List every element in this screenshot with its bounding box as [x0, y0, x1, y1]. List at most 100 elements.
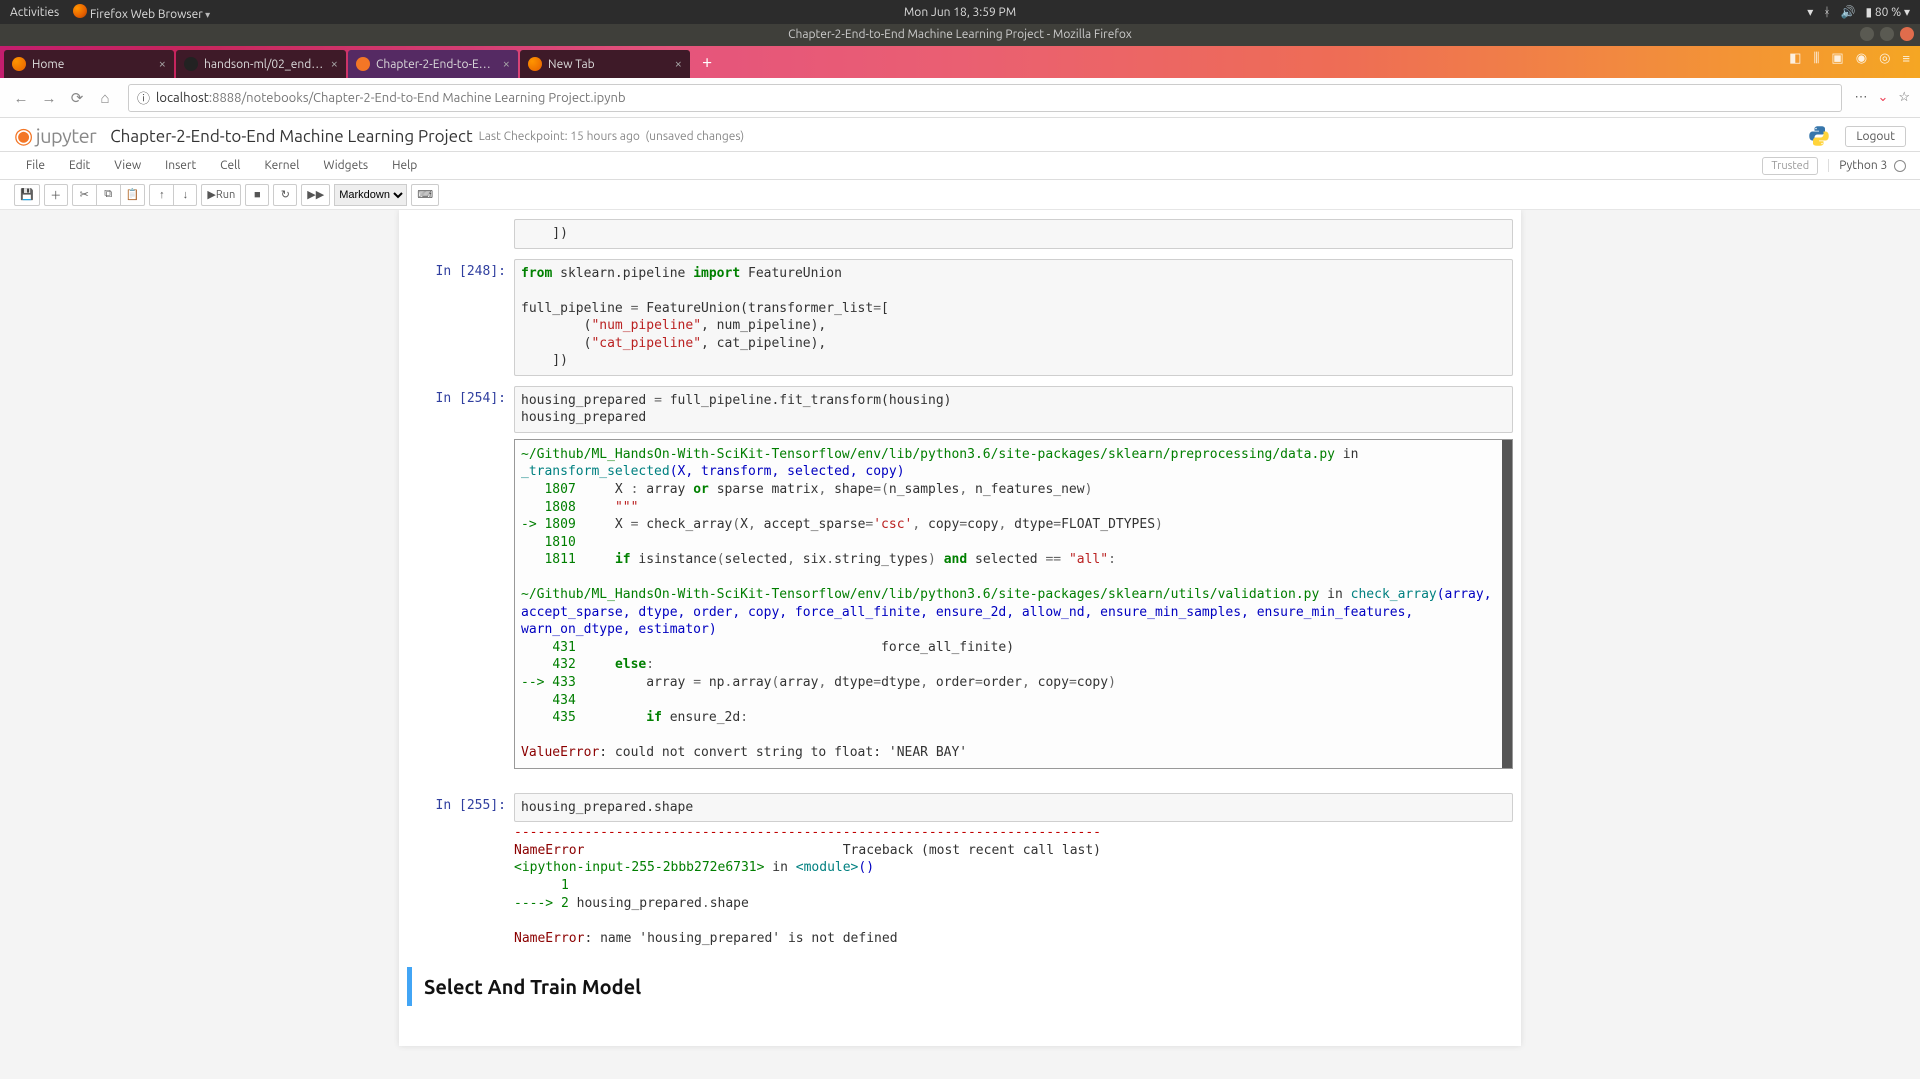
- cell-prompt: In [255]:: [399, 793, 514, 947]
- notebook-scroll[interactable]: ]) In [248]: from sklearn.pipeline impor…: [0, 210, 1920, 1079]
- notebook-container: ]) In [248]: from sklearn.pipeline impor…: [399, 210, 1521, 1046]
- url-bar[interactable]: ⓘ localhost:8888/notebooks/Chapter-2-End…: [128, 84, 1842, 112]
- window-close[interactable]: [1900, 27, 1914, 41]
- gnome-top-bar: Activities Firefox Web Browser Mon Jun 1…: [0, 0, 1920, 24]
- battery-indicator[interactable]: ▮ 80 % ▾: [1865, 5, 1910, 19]
- window-minimize[interactable]: [1860, 27, 1874, 41]
- section-heading: Select And Train Model: [424, 975, 1501, 998]
- account-icon[interactable]: ◉: [1856, 51, 1867, 66]
- cell-prompt: [399, 219, 514, 249]
- code-cell[interactable]: In [254]: housing_prepared = full_pipeli…: [399, 384, 1521, 785]
- command-palette-button[interactable]: ⌨: [411, 184, 439, 206]
- cell-input[interactable]: from sklearn.pipeline import FeatureUnio…: [514, 259, 1513, 376]
- window-title: Chapter-2-End-to-End Machine Learning Pr…: [788, 28, 1132, 41]
- jupyter-menubar: File Edit View Insert Cell Kernel Widget…: [0, 152, 1920, 180]
- menu-edit[interactable]: Edit: [57, 155, 102, 176]
- kernel-name[interactable]: Python 3: [1828, 159, 1906, 172]
- nav-forward[interactable]: →: [38, 87, 60, 109]
- menu-help[interactable]: Help: [380, 155, 429, 176]
- save-button[interactable]: 💾: [14, 184, 40, 206]
- menu-cell[interactable]: Cell: [208, 155, 252, 176]
- tab-close[interactable]: ×: [331, 57, 338, 71]
- jupyter-logo[interactable]: ◉jupyter: [14, 123, 96, 149]
- menu-file[interactable]: File: [14, 155, 57, 176]
- bookmark-star-icon[interactable]: ☆: [1898, 90, 1910, 105]
- tab-jupyter[interactable]: Chapter-2-End-to-End M ×: [348, 50, 518, 78]
- jupyter-icon: [356, 57, 370, 71]
- cell-input[interactable]: housing_prepared = full_pipeline.fit_tra…: [514, 386, 1513, 433]
- menu-view[interactable]: View: [102, 155, 153, 176]
- tab-github[interactable]: handson-ml/02_end_to_ ×: [176, 50, 346, 78]
- window-titlebar: Chapter-2-End-to-End Machine Learning Pr…: [0, 24, 1920, 46]
- tab-label: Home: [32, 58, 153, 71]
- firefox-icon: [73, 4, 87, 18]
- trusted-badge[interactable]: Trusted: [1762, 157, 1818, 175]
- library-icon[interactable]: ⫼: [1813, 51, 1819, 66]
- nav-home[interactable]: ⌂: [94, 87, 116, 109]
- nav-reload[interactable]: ⟳: [66, 87, 88, 109]
- python-logo-icon: [1807, 124, 1831, 148]
- tab-strip: Home × handson-ml/02_end_to_ × Chapter-2…: [0, 46, 1920, 78]
- cell-prompt: In [254]:: [399, 386, 514, 783]
- logout-button[interactable]: Logout: [1845, 126, 1906, 147]
- addon-icon[interactable]: ◎: [1879, 51, 1890, 66]
- notebook-title[interactable]: Chapter-2-End-to-End Machine Learning Pr…: [110, 127, 472, 146]
- jupyter-toolbar: 💾 ＋ ✂ ⧉ 📋 ↑ ↓ ▶ Run ■ ↻ ▶▶ Markdown ⌨: [0, 180, 1920, 210]
- insert-cell-button[interactable]: ＋: [44, 184, 68, 206]
- run-button[interactable]: ▶ Run: [201, 184, 241, 206]
- tab-close[interactable]: ×: [503, 57, 510, 71]
- menu-widgets[interactable]: Widgets: [311, 155, 380, 176]
- pocket-icon[interactable]: ⌄: [1877, 90, 1888, 105]
- tab-label: handson-ml/02_end_to_: [204, 58, 325, 71]
- containers-icon[interactable]: ◧: [1789, 51, 1801, 66]
- url-toolbar: ← → ⟳ ⌂ ⓘ localhost:8888/notebooks/Chapt…: [0, 78, 1920, 118]
- markdown-cell[interactable]: Select And Train Model: [407, 967, 1513, 1006]
- tab-newtab[interactable]: New Tab ×: [520, 50, 690, 78]
- bluetooth-icon[interactable]: ᚼ: [1823, 6, 1830, 19]
- interrupt-button[interactable]: ■: [245, 184, 269, 206]
- menu-icon[interactable]: ≡: [1902, 51, 1910, 66]
- nav-back[interactable]: ←: [10, 87, 32, 109]
- kernel-indicator-icon: [1894, 160, 1906, 172]
- cut-button[interactable]: ✂: [72, 184, 96, 206]
- code-cell[interactable]: ]): [399, 217, 1521, 251]
- cell-type-select[interactable]: Markdown: [334, 184, 407, 206]
- volume-icon[interactable]: 🔊: [1841, 5, 1856, 19]
- traceback-output[interactable]: ~/Github/ML_HandsOn-With-SciKit-Tensorfl…: [514, 439, 1513, 769]
- code-cell[interactable]: In [255]: housing_prepared.shape -------…: [399, 791, 1521, 949]
- firefox-icon: [528, 57, 542, 71]
- tab-label: Chapter-2-End-to-End M: [376, 58, 497, 71]
- window-maximize[interactable]: [1880, 27, 1894, 41]
- tab-label: New Tab: [548, 58, 669, 71]
- home-icon: [12, 57, 26, 71]
- url-path: :8888/notebooks/Chapter-2-End-to-End Mac…: [209, 91, 626, 105]
- page-actions-icon[interactable]: ⋯: [1854, 90, 1867, 105]
- wifi-icon[interactable]: ▾: [1807, 5, 1813, 19]
- cell-input[interactable]: ]): [514, 219, 1513, 249]
- cell-input[interactable]: housing_prepared.shape: [514, 793, 1513, 823]
- menu-kernel[interactable]: Kernel: [252, 155, 311, 176]
- copy-button[interactable]: ⧉: [96, 184, 120, 206]
- traceback-output: ----------------------------------------…: [514, 822, 1513, 947]
- clock[interactable]: Mon Jun 18, 3:59 PM: [904, 6, 1016, 19]
- cell-prompt: In [248]:: [399, 259, 514, 376]
- info-icon[interactable]: ⓘ: [137, 88, 150, 107]
- code-cell[interactable]: In [248]: from sklearn.pipeline import F…: [399, 257, 1521, 378]
- move-down-button[interactable]: ↓: [173, 184, 197, 206]
- restart-run-button[interactable]: ▶▶: [301, 184, 330, 206]
- tab-close[interactable]: ×: [159, 57, 166, 71]
- github-icon: [184, 57, 198, 71]
- move-up-button[interactable]: ↑: [149, 184, 173, 206]
- active-app[interactable]: Firefox Web Browser: [73, 4, 210, 21]
- sidebar-icon[interactable]: ▣: [1831, 51, 1843, 66]
- new-tab-button[interactable]: +: [692, 52, 722, 72]
- tab-home[interactable]: Home ×: [4, 50, 174, 78]
- activities-button[interactable]: Activities: [10, 6, 59, 19]
- restart-button[interactable]: ↻: [273, 184, 297, 206]
- checkpoint-text: Last Checkpoint: 15 hours ago (unsaved c…: [479, 130, 745, 143]
- jupyter-header: ◉jupyter Chapter-2-End-to-End Machine Le…: [0, 118, 1920, 152]
- tab-close[interactable]: ×: [675, 57, 682, 71]
- url-host: localhost: [156, 91, 209, 105]
- menu-insert[interactable]: Insert: [153, 155, 208, 176]
- paste-button[interactable]: 📋: [120, 184, 146, 206]
